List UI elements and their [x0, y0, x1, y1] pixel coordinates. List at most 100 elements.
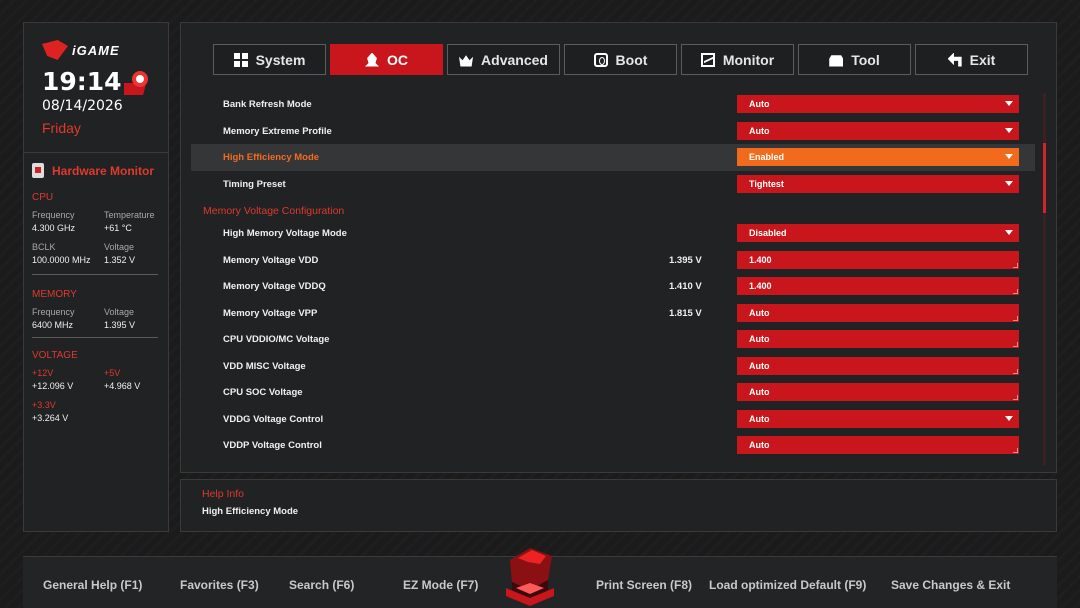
input-value: 1.400 — [749, 281, 772, 291]
tab-tool[interactable]: Tool — [798, 44, 911, 75]
voltage-stats: +12V +5V +12.096 V +4.968 V +3.3V +3.264… — [32, 368, 160, 423]
tab-system[interactable]: System — [213, 44, 326, 75]
input-value: Auto — [749, 360, 770, 371]
tab-bar: System OC Advanced Boot Monitor Tool Exi… — [213, 44, 1028, 75]
load-optimized-default-button[interactable]: Load optimized Default (F9) — [709, 578, 866, 592]
cpu-voltage-value: 1.352 V — [104, 255, 136, 265]
setting-label: VDDG Voltage Control — [223, 413, 324, 425]
mascot-emblem-icon — [124, 71, 148, 95]
help-text: High Efficiency Mode — [202, 506, 299, 517]
input-value: Auto — [749, 307, 770, 318]
memory-frequency-value: 6400 MHz — [32, 320, 74, 330]
tab-oc[interactable]: OC — [330, 44, 443, 75]
dropdown-arrow-icon — [1005, 180, 1013, 186]
ez-mode-button[interactable]: EZ Mode (F7) — [403, 578, 478, 592]
settings-list: Bank Refresh Mode Auto Memory Extreme Pr… — [191, 91, 1035, 459]
clock-day: Friday — [42, 120, 81, 136]
high-memory-voltage-mode-select[interactable]: Disabled — [737, 224, 1019, 242]
setting-label: High Memory Voltage Mode — [223, 228, 347, 239]
logo-text: iGAME — [72, 42, 120, 58]
current-voltage: 1.815 V — [669, 307, 702, 319]
setting-row-memory-voltage-vddq[interactable]: Memory Voltage VDDQ 1.410 V 1.400 — [191, 273, 1035, 300]
setting-label: Timing Preset — [223, 178, 286, 190]
cpu-temperature-label: Temperature — [104, 210, 155, 220]
memory-voltage-value: 1.395 V — [104, 320, 136, 330]
input-value: Auto — [749, 440, 770, 450]
setting-row-bank-refresh-mode[interactable]: Bank Refresh Mode Auto — [191, 91, 1035, 118]
v12-value: +12.096 V — [32, 381, 74, 391]
setting-label: CPU VDDIO/MC Voltage — [223, 334, 330, 345]
scrollbar-thumb[interactable] — [1043, 143, 1046, 213]
memory-voltage-label: Voltage — [104, 307, 135, 317]
memory-extreme-profile-select[interactable]: Auto — [737, 121, 1019, 140]
print-screen-button[interactable]: Print Screen (F8) — [596, 578, 692, 592]
setting-row-vdd-misc-voltage[interactable]: VDD MISC Voltage Auto — [191, 353, 1035, 380]
input-corner — [1013, 262, 1018, 268]
tab-boot[interactable]: Boot — [564, 44, 677, 75]
v33-label: +3.3V — [32, 400, 56, 410]
favorites-button[interactable]: Favorites (F3) — [180, 578, 259, 592]
current-voltage: 1.395 V — [669, 254, 702, 266]
search-button[interactable]: Search (F6) — [289, 578, 354, 592]
tab-label: Exit — [969, 51, 996, 68]
memory-voltage-vpp-input[interactable]: Auto — [737, 303, 1019, 322]
setting-label: CPU SOC Voltage — [223, 387, 303, 398]
memory-voltage-vddq-input[interactable]: 1.400 — [737, 277, 1019, 295]
setting-row-memory-extreme-profile[interactable]: Memory Extreme Profile Auto — [191, 118, 1035, 145]
vddp-voltage-control-input[interactable]: Auto — [737, 436, 1019, 454]
chip-icon — [32, 163, 44, 178]
high-efficiency-mode-select[interactable]: Enabled — [737, 148, 1019, 166]
bank-refresh-mode-select[interactable]: Auto — [737, 95, 1019, 113]
tab-label: Advanced — [481, 51, 548, 68]
setting-row-cpu-soc-voltage[interactable]: CPU SOC Voltage Auto — [191, 379, 1035, 406]
setting-label: Bank Refresh Mode — [223, 99, 312, 110]
tab-advanced[interactable]: Advanced — [447, 44, 560, 75]
cpu-soc-voltage-input[interactable]: Auto — [737, 383, 1019, 401]
toolbox-icon — [829, 55, 844, 67]
cpu-voltage-label: Voltage — [104, 242, 135, 252]
dropdown-arrow-icon — [1005, 154, 1013, 159]
igame-logo-icon — [42, 40, 68, 60]
setting-label: Memory Voltage VPP — [223, 307, 318, 319]
section-title: Memory Voltage Configuration — [203, 205, 345, 217]
voltage-section-label: VOLTAGE — [32, 350, 78, 361]
setting-row-high-memory-voltage-mode[interactable]: High Memory Voltage Mode Disabled — [191, 220, 1035, 247]
cpu-frequency-value: 4.300 GHz — [32, 223, 76, 233]
vddg-voltage-control-select[interactable]: Auto — [737, 409, 1019, 428]
cpu-vddio-mc-voltage-input[interactable]: Auto — [737, 330, 1019, 348]
setting-row-memory-voltage-vpp[interactable]: Memory Voltage VPP 1.815 V Auto — [191, 300, 1035, 327]
dropdown-arrow-icon — [1005, 415, 1013, 421]
igame-logo: iGAME — [42, 39, 168, 61]
tab-label: Monitor — [722, 51, 775, 68]
setting-row-memory-voltage-vdd[interactable]: Memory Voltage VDD 1.395 V 1.400 — [191, 247, 1035, 274]
memory-section-label: MEMORY — [32, 289, 77, 300]
setting-row-vddp-voltage-control[interactable]: VDDP Voltage Control Auto — [191, 432, 1035, 459]
tab-label: System — [255, 51, 306, 68]
input-value: Auto — [749, 334, 770, 344]
divider — [32, 337, 158, 338]
save-changes-exit-button[interactable]: Save Changes & Exit — [891, 578, 1010, 592]
exit-arrow-icon — [947, 52, 962, 67]
setting-row-timing-preset[interactable]: Timing Preset Tightest — [191, 171, 1035, 198]
cpu-section-label: CPU — [32, 192, 54, 203]
memory-voltage-vdd-input[interactable]: 1.400 — [737, 250, 1019, 269]
setting-row-cpu-vddio-mc-voltage[interactable]: CPU VDDIO/MC Voltage Auto — [191, 326, 1035, 353]
input-corner — [1013, 315, 1018, 321]
clock-panel: iGAME 19:14 08/14/2026 Friday — [24, 23, 168, 153]
input-corner — [1013, 395, 1018, 400]
bclk-value: 100.0000 MHz — [32, 255, 91, 265]
tab-exit[interactable]: Exit — [915, 44, 1028, 75]
input-value: 1.400 — [749, 254, 772, 265]
setting-label: High Efficiency Mode — [223, 152, 320, 163]
divider — [32, 274, 158, 275]
general-help-button[interactable]: General Help (F1) — [43, 578, 142, 592]
setting-row-high-efficiency-mode[interactable]: High Efficiency Mode Enabled — [191, 144, 1035, 171]
setting-row-vddg-voltage-control[interactable]: VDDG Voltage Control Auto — [191, 406, 1035, 433]
tab-monitor[interactable]: Monitor — [681, 44, 794, 75]
timing-preset-select[interactable]: Tightest — [737, 174, 1019, 193]
v12-label: +12V — [32, 368, 54, 378]
help-info-panel: Help Info High Efficiency Mode — [180, 479, 1057, 532]
help-title: Help Info — [202, 488, 245, 500]
crown-icon — [459, 55, 474, 67]
vdd-misc-voltage-input[interactable]: Auto — [737, 356, 1019, 375]
